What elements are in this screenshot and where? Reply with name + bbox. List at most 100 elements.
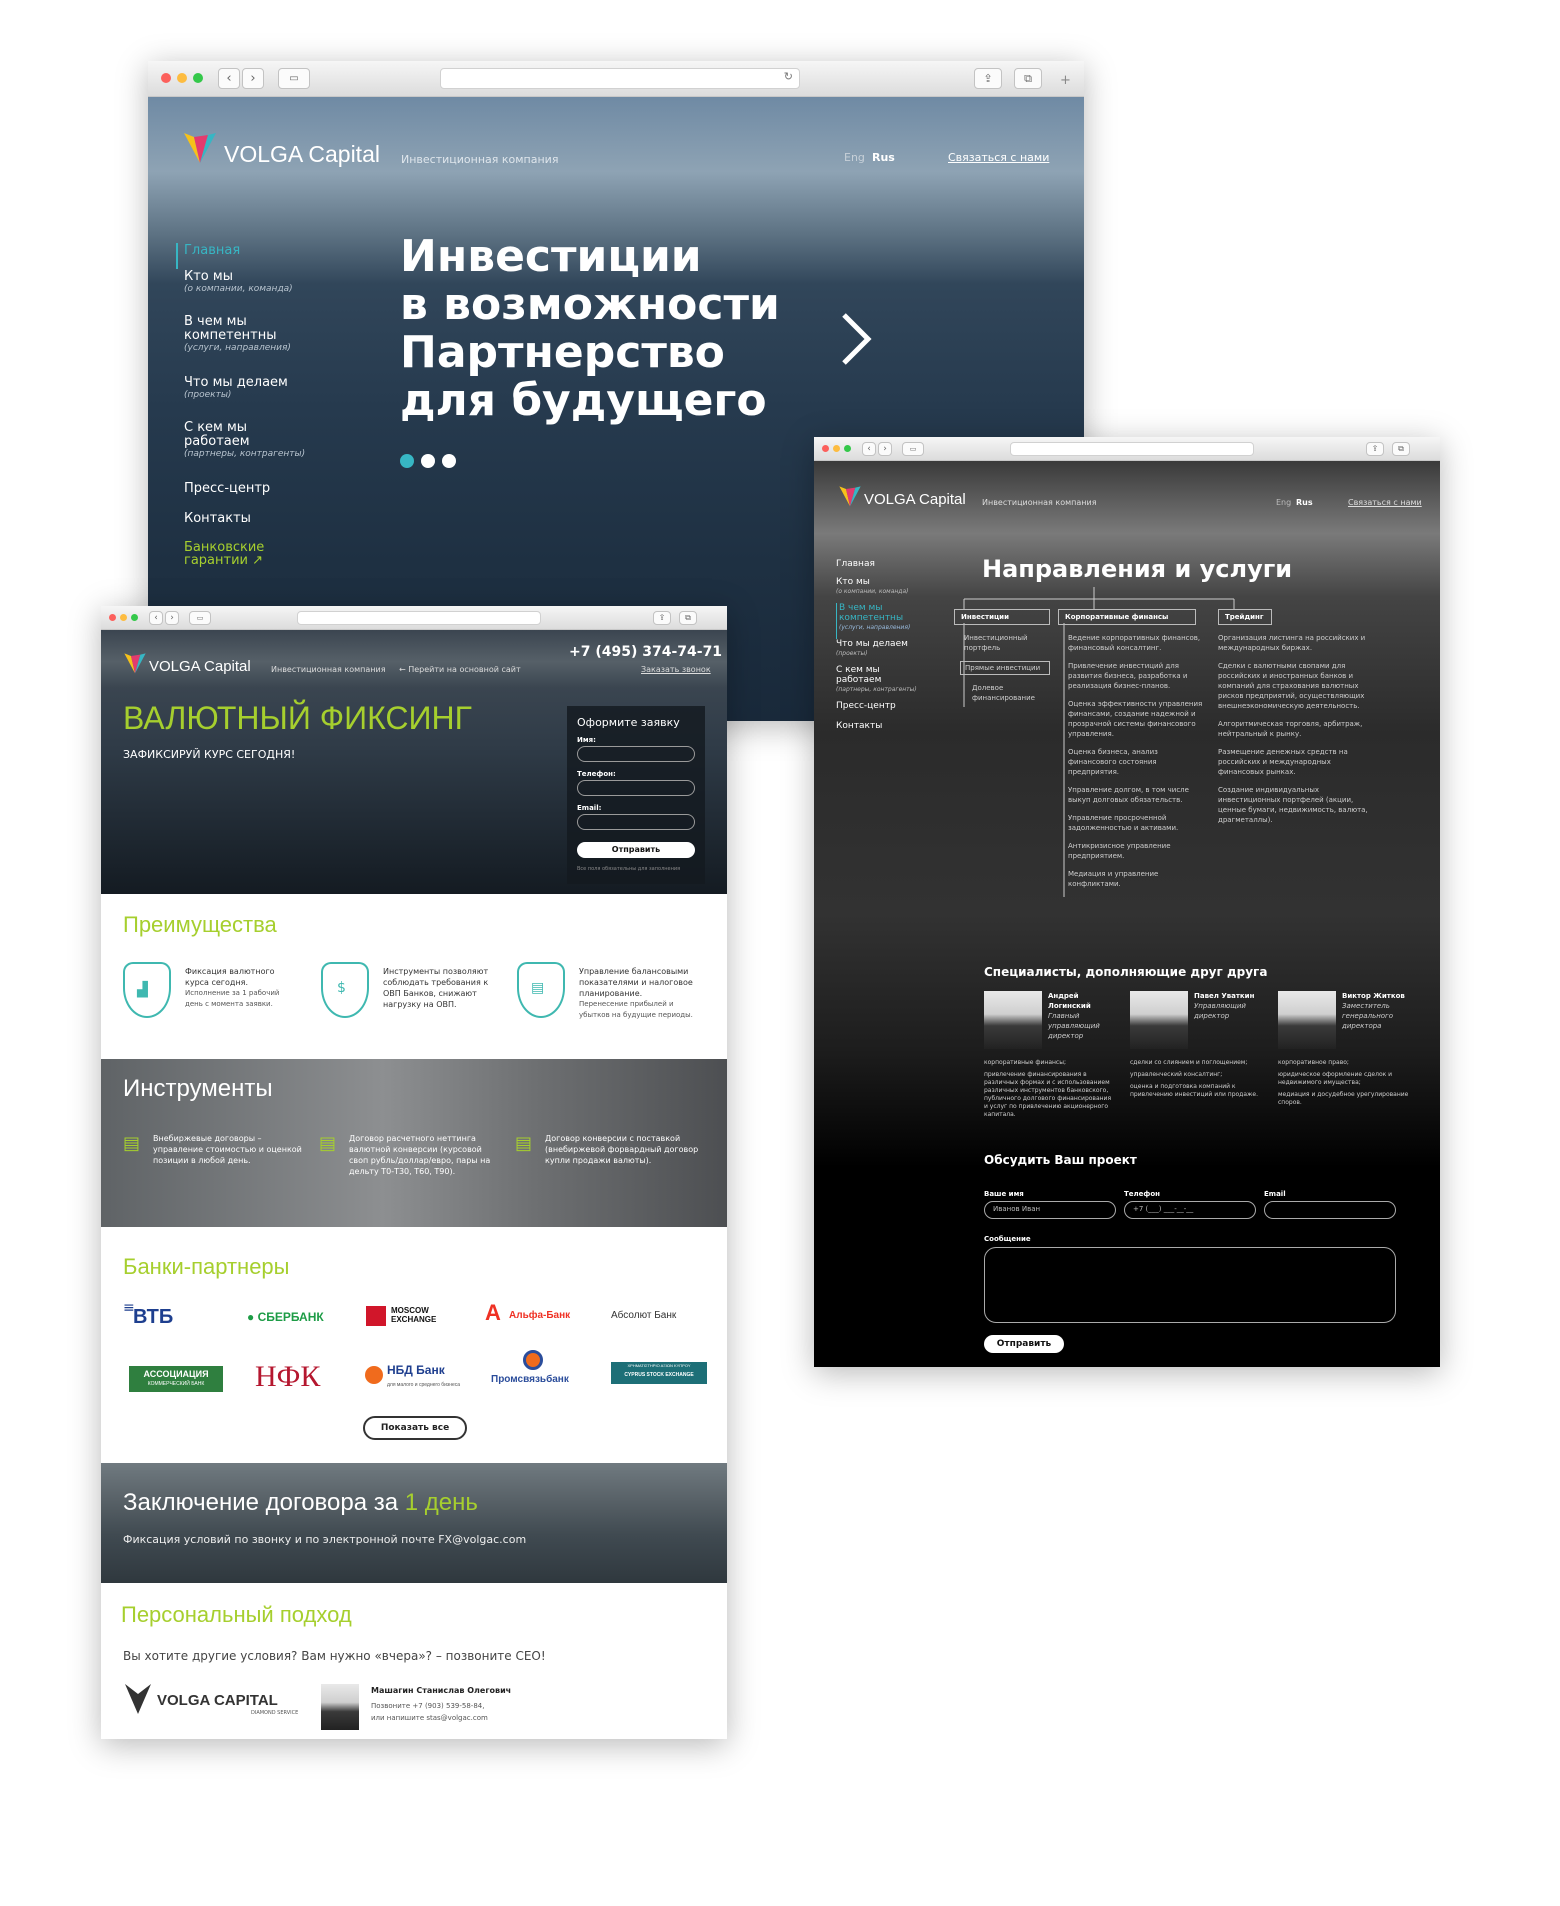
share-icon[interactable]: ⇪: [1366, 442, 1384, 456]
sidebar-icon[interactable]: ▭: [278, 68, 310, 89]
nav-item-press[interactable]: Пресс-центр: [836, 701, 936, 721]
carousel-dot[interactable]: [442, 454, 456, 468]
service-item: Антикризисное управление предприятием.: [1068, 842, 1171, 860]
close-dot[interactable]: [109, 614, 116, 621]
forward-icon[interactable]: ›: [165, 611, 179, 625]
tabs-icon[interactable]: ⧉: [679, 611, 697, 625]
member-role: Главный управляющий директор: [1048, 1012, 1100, 1040]
phone-label: Телефон: [1124, 1190, 1160, 1198]
contact-link[interactable]: Связаться с нами: [948, 151, 1049, 164]
close-dot[interactable]: [161, 73, 171, 83]
sberbank-logo[interactable]: ● СБЕРБАНК: [247, 1310, 324, 1324]
share-icon[interactable]: ⇪: [974, 68, 1002, 89]
nav-item-press[interactable]: Пресс-центр: [176, 481, 326, 511]
carousel-dot[interactable]: [421, 454, 435, 468]
cyprus-exchange-logo[interactable]: ΧΡΗΜΑΤΙΣΤΗΡΙΟ ΑΞΙΩΝ ΚΥΠΡΟΥ CYPRUS STOCK …: [611, 1362, 707, 1384]
lang-rus[interactable]: Rus: [872, 151, 895, 164]
tabs-icon[interactable]: ⧉: [1392, 442, 1410, 456]
nbd-sub: для малого и среднего бизнеса: [387, 1382, 461, 1388]
service-item: Сделки с валютными свопами для российски…: [1218, 662, 1365, 710]
nav-item-who[interactable]: Кто мы (о компании, команда): [836, 577, 936, 603]
nav-item-competence[interactable]: В чем мы компетентны (услуги, направления…: [836, 603, 936, 639]
back-icon[interactable]: ‹: [149, 611, 163, 625]
browser-toolbar: ‹ › ▭ ↻ ⇪ ⧉ +: [148, 61, 1084, 97]
service-head[interactable]: Корпоративные финансы: [1058, 609, 1196, 625]
chevron-right-icon[interactable]: [840, 311, 872, 367]
new-tab-icon[interactable]: +: [1060, 73, 1071, 88]
sidebar-icon[interactable]: ▭: [189, 611, 211, 625]
name-input[interactable]: Иванов Иван: [984, 1201, 1116, 1219]
nbd-bank-logo[interactable]: НБД Банк для малого и среднего бизнеса: [387, 1364, 460, 1391]
nav-item-home[interactable]: Главная: [176, 243, 326, 269]
lang-eng[interactable]: Eng: [1276, 498, 1291, 507]
moscow-exchange-logo[interactable]: MOSCOW EXCHANGE: [391, 1306, 436, 1324]
submit-button[interactable]: Отправить: [984, 1335, 1064, 1353]
url-bar[interactable]: [1010, 442, 1254, 456]
minimize-dot[interactable]: [833, 445, 840, 452]
contact-link[interactable]: Связаться с нами: [1348, 498, 1422, 507]
nav-item-projects[interactable]: Что мы делаем (проекты): [176, 375, 326, 421]
service-item[interactable]: Инвестиционный портфель: [954, 633, 1050, 653]
message-textarea[interactable]: [984, 1247, 1396, 1323]
alfa-bank-logo[interactable]: Альфа-Банк: [509, 1310, 570, 1321]
maximize-dot[interactable]: [844, 445, 851, 452]
association-logo[interactable]: АССОЦИАЦИЯ КОММЕРЧЕСКИЙ БАНК: [129, 1366, 223, 1392]
phone-input[interactable]: +7 (___) ___-__-__: [1124, 1201, 1256, 1219]
logo-text: VOLGA Capital: [224, 141, 380, 167]
phone-number[interactable]: +7 (495) 374-74-71: [569, 644, 722, 660]
ceo-name: Машагин Станислав Олегович: [371, 1686, 512, 1695]
back-icon[interactable]: ‹: [862, 442, 876, 456]
nav-item-guarantees[interactable]: Банковские гарантии ↗: [176, 541, 286, 567]
close-dot[interactable]: [822, 445, 829, 452]
vtb-logo[interactable]: ВТБ: [133, 1306, 173, 1329]
member-skill: оценка и подготовка компаний к привлечен…: [1130, 1083, 1259, 1098]
nfk-logo[interactable]: НФК: [255, 1360, 320, 1394]
share-icon[interactable]: ⇪: [653, 611, 671, 625]
phone-input[interactable]: [577, 780, 695, 796]
minimize-dot[interactable]: [120, 614, 127, 621]
nav-item-contacts[interactable]: Контакты: [836, 721, 936, 731]
carousel-dot-active[interactable]: [400, 454, 414, 468]
minimize-dot[interactable]: [177, 73, 187, 83]
nav-item-partners[interactable]: С кем мы работаем (партнеры, контрагенты): [836, 665, 936, 701]
lang-rus[interactable]: Rus: [1296, 498, 1313, 507]
url-bar[interactable]: [297, 611, 541, 625]
maximize-dot[interactable]: [193, 73, 203, 83]
forward-icon[interactable]: ›: [878, 442, 892, 456]
email-input[interactable]: [1264, 1201, 1396, 1219]
submit-button[interactable]: Отправить: [577, 842, 695, 858]
moscow-exchange-icon: [366, 1306, 386, 1326]
promsvyazbank-logo[interactable]: Промсвязьбанк: [491, 1374, 569, 1385]
service-head[interactable]: Трейдинг: [1218, 609, 1272, 625]
nav-item-partners[interactable]: С кем мы работаем (партнеры, контрагенты): [176, 421, 326, 481]
nav-item-contacts[interactable]: Контакты: [176, 511, 326, 541]
tabs-icon[interactable]: ⧉: [1014, 68, 1042, 89]
service-item: Оценка эффективности управления финансам…: [1068, 700, 1203, 738]
reload-icon[interactable]: ↻: [784, 70, 793, 83]
nav-item-home[interactable]: Главная: [836, 559, 936, 577]
nav-item-projects[interactable]: Что мы делаем (проекты): [836, 639, 936, 665]
phone-label: Телефон:: [577, 770, 616, 778]
ceo-email[interactable]: или напишите stas@volgac.com: [371, 1714, 488, 1722]
url-bar[interactable]: ↻: [440, 68, 800, 89]
service-item[interactable]: Долевое финансирование: [954, 683, 1050, 703]
assoc-line2: КОММЕРЧЕСКИЙ БАНК: [147, 1381, 205, 1387]
name-input[interactable]: [577, 746, 695, 762]
nav-sub: (о компании, команда): [184, 284, 293, 294]
back-to-main-link[interactable]: ← Перейти на основной сайт: [399, 665, 521, 674]
nav-item-who[interactable]: Кто мы (о компании, команда): [176, 269, 326, 315]
maximize-dot[interactable]: [131, 614, 138, 621]
nav-item-competence[interactable]: В чем мы компетентны (услуги, направления…: [176, 315, 326, 375]
ceo-phone[interactable]: Позвоните +7 (903) 539-58-84,: [371, 1702, 484, 1710]
absolut-bank-logo[interactable]: Абсолют Банк: [611, 1310, 676, 1321]
service-item[interactable]: Прямые инвестиции: [960, 661, 1050, 675]
show-all-button[interactable]: Показать все: [363, 1416, 467, 1440]
lang-eng[interactable]: Eng: [844, 151, 865, 164]
forward-icon[interactable]: ›: [242, 68, 264, 89]
callback-link[interactable]: Заказать звонок: [641, 665, 711, 674]
service-head[interactable]: Инвестиции: [954, 609, 1050, 625]
sidebar-icon[interactable]: ▭: [902, 442, 924, 456]
email-input[interactable]: [577, 814, 695, 830]
back-icon[interactable]: ‹: [218, 68, 240, 89]
service-column-trading: Трейдинг Организация листинга на российс…: [1218, 609, 1368, 825]
